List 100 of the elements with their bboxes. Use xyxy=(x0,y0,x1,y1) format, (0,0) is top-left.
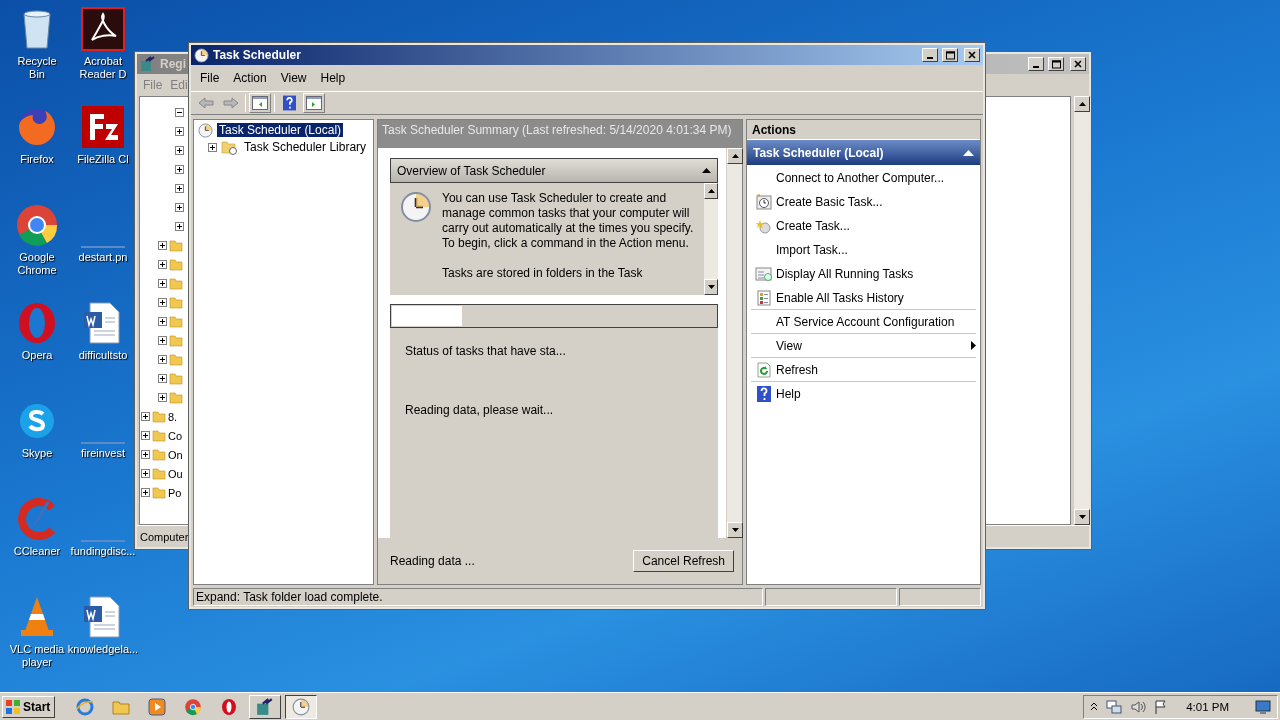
plus-icon xyxy=(142,413,149,420)
expand-toggle[interactable] xyxy=(175,146,184,155)
expand-toggle[interactable] xyxy=(158,279,167,288)
tree-item[interactable]: Task Scheduler Library xyxy=(242,140,369,154)
tree-item[interactable]: Task Scheduler (Local) xyxy=(217,123,344,137)
show-actions-button[interactable] xyxy=(303,93,325,113)
desktop-icon-label[interactable]: VLC media player xyxy=(9,643,65,669)
forward-arrow-icon xyxy=(223,97,239,109)
browser-ball-icon xyxy=(14,202,60,248)
expand-toggle[interactable] xyxy=(158,393,167,402)
monitor-icon[interactable] xyxy=(1255,699,1271,714)
expand-toggle[interactable] xyxy=(208,142,217,152)
action-link[interactable]: Create Task... xyxy=(776,218,976,233)
desktop-icon-label[interactable]: Opera xyxy=(21,349,53,362)
back-arrow-icon xyxy=(198,97,214,109)
action-link[interactable]: Connect to Another Computer... xyxy=(776,170,976,185)
desktop-icon-label[interactable]: Firefox xyxy=(20,153,54,166)
plus-icon xyxy=(159,375,166,382)
expand-toggle[interactable] xyxy=(175,184,184,193)
menu-item[interactable]: Help xyxy=(313,69,353,87)
submenu-item[interactable]: View xyxy=(776,338,976,353)
collapse-toggle[interactable] xyxy=(175,108,184,117)
minimize-button[interactable] xyxy=(1028,57,1044,71)
menu-item[interactable]: Action xyxy=(226,69,274,87)
desktop-icon-label[interactable]: fundingdisc... xyxy=(70,545,136,558)
loading-text: Reading data ... xyxy=(390,553,475,569)
action-link[interactable]: Enable All Tasks History xyxy=(776,290,976,305)
action-link[interactable]: Display All Running Tasks xyxy=(776,266,976,281)
registry-key[interactable]: Ou xyxy=(168,467,183,480)
action-link[interactable]: Help xyxy=(776,386,976,401)
cancel-refresh-button[interactable]: Cancel Refresh xyxy=(633,550,734,572)
expand-toggle[interactable] xyxy=(158,336,167,345)
clock-time[interactable]: 4:01 PM xyxy=(1186,700,1229,713)
close-button[interactable] xyxy=(964,48,980,62)
action-link[interactable]: Refresh xyxy=(776,362,976,377)
expand-toggle[interactable] xyxy=(158,355,167,364)
expand-toggle[interactable] xyxy=(141,450,150,459)
expand-toggle[interactable] xyxy=(141,469,150,478)
up-arrow-icon xyxy=(707,189,715,193)
expand-toggle[interactable] xyxy=(175,127,184,136)
expand-toggle[interactable] xyxy=(158,241,167,250)
show-tree-button[interactable] xyxy=(249,93,271,113)
chevron-up-icon[interactable] xyxy=(1090,702,1099,711)
desktop-icon-label[interactable]: CCleaner xyxy=(13,545,61,558)
scroll-up-button[interactable] xyxy=(704,183,718,199)
desktop-icon-label[interactable]: Acrobat Reader D xyxy=(75,55,131,81)
expand-toggle[interactable] xyxy=(158,317,167,326)
expand-toggle[interactable] xyxy=(141,412,150,421)
expand-toggle[interactable] xyxy=(158,298,167,307)
ring-o-icon xyxy=(221,697,238,716)
pane-title: Actions xyxy=(752,122,796,137)
actions-section-header[interactable]: Task Scheduler (Local) xyxy=(747,140,980,165)
network-icon[interactable] xyxy=(1106,698,1123,715)
maximize-button[interactable] xyxy=(942,48,958,62)
desktop-icon-label[interactable]: knowledgela... xyxy=(67,643,139,656)
scroll-up-button[interactable] xyxy=(727,148,743,164)
taskbar-app-button[interactable] xyxy=(285,694,318,719)
registry-key[interactable]: Co xyxy=(168,429,183,442)
scroll-down-button[interactable] xyxy=(1074,509,1090,525)
desktop-icon-label[interactable]: Recycle Bin xyxy=(9,55,65,81)
action-link[interactable]: AT Service Account Configuration xyxy=(776,314,976,329)
expand-toggle[interactable] xyxy=(141,488,150,497)
folder-icon xyxy=(152,486,166,499)
maximize-button[interactable] xyxy=(1048,57,1064,71)
scroll-up-button[interactable] xyxy=(1074,96,1090,112)
plus-icon xyxy=(176,223,183,230)
speaker-icon[interactable] xyxy=(1130,698,1147,715)
expand-toggle[interactable] xyxy=(175,203,184,212)
expand-toggle[interactable] xyxy=(175,165,184,174)
scroll-down-button[interactable] xyxy=(727,522,743,538)
menu-item[interactable]: View xyxy=(273,69,314,87)
start-button[interactable]: Start xyxy=(2,695,56,718)
maximize-icon xyxy=(1051,59,1061,69)
desktop-icon-label[interactable]: fireinvest xyxy=(81,447,125,460)
expand-toggle[interactable] xyxy=(158,260,167,269)
plus-icon xyxy=(142,451,149,458)
minimize-button[interactable] xyxy=(922,48,938,62)
overview-section-header[interactable]: Overview of Task Scheduler xyxy=(390,158,718,183)
menu-item[interactable]: File xyxy=(193,69,227,87)
desktop-icon-label[interactable]: destart.pn xyxy=(78,251,128,264)
submenu-arrow-icon xyxy=(971,341,976,350)
registry-key[interactable]: 8. xyxy=(168,410,178,423)
desktop-icon-label[interactable]: FileZilla Cl xyxy=(77,153,129,166)
registry-key[interactable]: Po xyxy=(168,486,182,499)
play-icon xyxy=(148,697,167,716)
down-arrow-icon xyxy=(707,285,715,289)
desktop-icon-label[interactable]: Skype xyxy=(21,447,53,460)
action-link[interactable]: Import Task... xyxy=(776,242,976,257)
plus-icon xyxy=(176,166,183,173)
registry-key[interactable]: On xyxy=(168,448,183,461)
close-button[interactable] xyxy=(1070,57,1086,71)
down-arrow-icon xyxy=(731,528,739,532)
desktop-icon-label[interactable]: Google Chrome xyxy=(9,251,65,277)
flag-icon[interactable] xyxy=(1154,698,1169,715)
expand-toggle[interactable] xyxy=(158,374,167,383)
scroll-down-button[interactable] xyxy=(704,279,718,295)
desktop-icon-label[interactable]: difficultsto xyxy=(78,349,128,362)
action-link[interactable]: Create Basic Task... xyxy=(776,194,976,209)
expand-toggle[interactable] xyxy=(141,431,150,440)
expand-toggle[interactable] xyxy=(175,222,184,231)
